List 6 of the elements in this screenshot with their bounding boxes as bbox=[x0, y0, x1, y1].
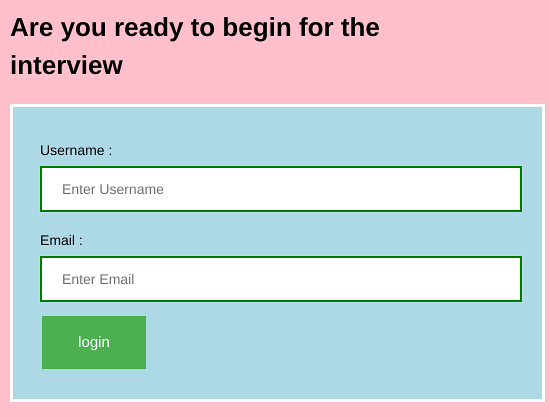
field-label: Email : bbox=[40, 232, 84, 248]
input-field[interactable]: Enter Email bbox=[40, 256, 522, 302]
input-field[interactable]: Enter Username bbox=[40, 166, 522, 212]
page-heading: Are you ready to begin for the interview bbox=[10, 11, 381, 82]
field-label: Username : bbox=[40, 142, 114, 158]
login-button[interactable]: login bbox=[42, 316, 146, 369]
